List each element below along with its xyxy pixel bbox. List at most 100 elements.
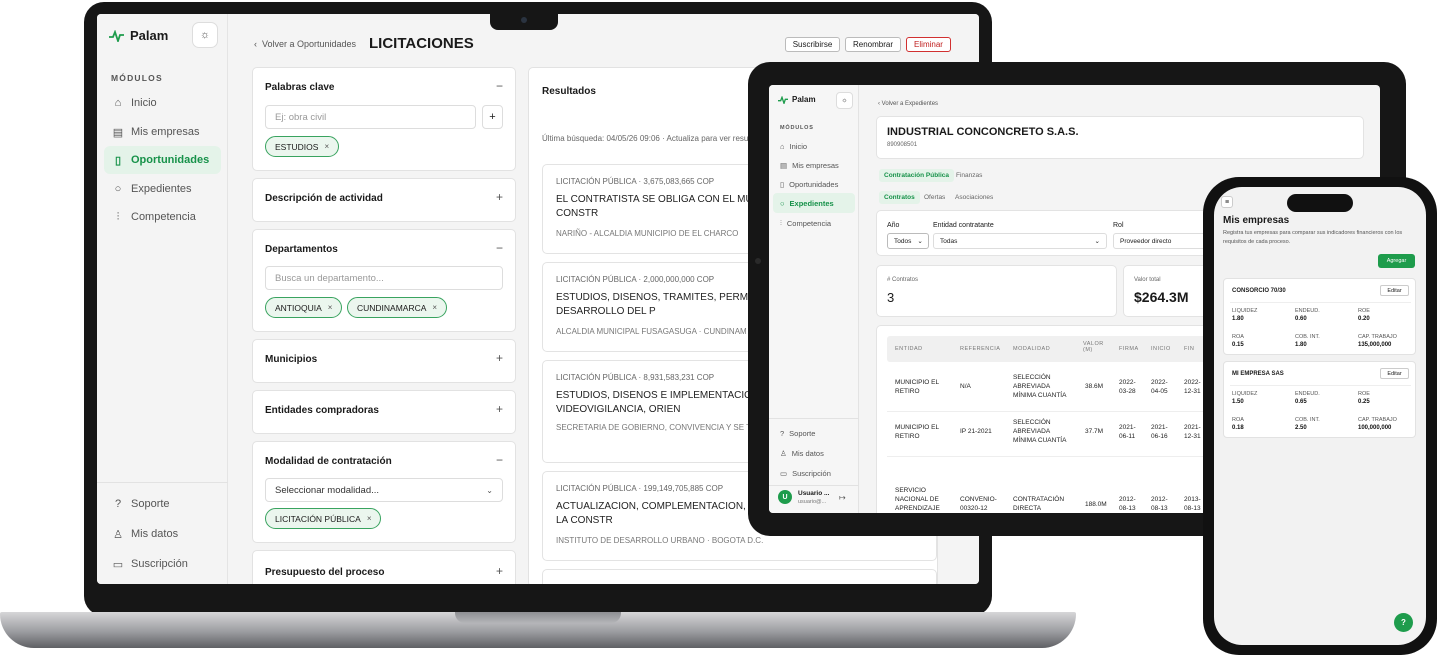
collapse-icon[interactable]: −: [496, 241, 503, 255]
col-header: VALOR (M): [1083, 341, 1104, 353]
modality-select[interactable]: Seleccionar modalidad... ⌄: [265, 478, 503, 502]
home-icon: ⌂: [114, 97, 122, 109]
remove-icon[interactable]: ×: [324, 142, 329, 151]
cell: 2022-04-05: [1151, 379, 1168, 395]
year-select[interactable]: Todos ⌄: [887, 233, 929, 249]
tab-ofertas[interactable]: Ofertas: [919, 191, 950, 204]
collapse-icon[interactable]: −: [496, 453, 503, 467]
company-name: CONSORCIO 70/30: [1232, 288, 1286, 294]
pulse-logo-icon: [109, 29, 124, 42]
municipalities-panel[interactable]: Municipios +: [252, 339, 516, 383]
tab-contratacion-publica[interactable]: Contratación Pública: [879, 169, 955, 182]
cell: SERVICIO NACIONAL DE APRENDIZAJE: [895, 487, 940, 512]
metric-value: 2.50: [1295, 425, 1307, 431]
laptop-base-lip: [455, 612, 621, 623]
avatar[interactable]: U: [778, 490, 792, 504]
sidebar-item-expedientes[interactable]: ○ Expedientes: [773, 193, 855, 213]
edit-button[interactable]: Editar: [1380, 285, 1409, 296]
metric-label: ENDEUD.: [1295, 308, 1320, 314]
help-fab-button[interactable]: ?: [1394, 613, 1413, 632]
back-link-label: Volver a Oportunidades: [262, 39, 357, 49]
delete-button[interactable]: Eliminar: [906, 37, 951, 52]
back-link-label: Volver a Expedientes: [881, 101, 939, 107]
remove-icon[interactable]: ×: [432, 303, 437, 312]
stat-label: # Contratos: [887, 277, 919, 283]
sidebar-item-label: Mis empresas: [131, 126, 200, 138]
panel-title: Modalidad de contratación: [265, 456, 392, 467]
expand-icon[interactable]: +: [496, 190, 503, 204]
sidebar-divider: [769, 418, 859, 419]
results-title: Resultados: [542, 86, 596, 97]
metric-value: 1.50: [1232, 399, 1244, 405]
activity-panel[interactable]: Descripción de actividad +: [252, 178, 516, 222]
subscribe-button[interactable]: Suscribirse: [785, 37, 840, 52]
edit-button[interactable]: Editar: [1380, 368, 1409, 379]
sidebar-item-label: Mis datos: [131, 528, 179, 540]
tag-label: LICITACIÓN PÚBLICA: [275, 513, 361, 524]
entity-select[interactable]: Todas ⌄: [933, 233, 1107, 249]
laptop-notch: [490, 12, 558, 30]
entities-panel[interactable]: Entidades compradoras +: [252, 390, 516, 434]
sidebar-item-competencia[interactable]: ⫶ Competencia: [773, 213, 855, 233]
col-header: REFERENCIA: [960, 346, 1001, 352]
menu-icon[interactable]: ≡: [1221, 196, 1233, 208]
sidebar-item-oportunidades[interactable]: ▯ Oportunidades: [104, 146, 221, 174]
department-tag[interactable]: CUNDINAMARCA ×: [347, 297, 448, 318]
back-link[interactable]: ‹ Volver a Expedientes: [878, 101, 938, 107]
sidebar-item-mis-datos[interactable]: ♙ Mis datos: [104, 520, 221, 548]
cell: 37.7M: [1085, 428, 1104, 435]
modality-tag[interactable]: LICITACIÓN PÚBLICA ×: [265, 508, 382, 529]
sidebar-item-expedientes[interactable]: ○ Expedientes: [104, 175, 221, 203]
logo[interactable]: Palam: [109, 28, 168, 43]
collapse-icon[interactable]: −: [496, 79, 503, 93]
departments-panel: Departamentos − Busca un departamento...…: [252, 229, 516, 332]
add-company-button[interactable]: Agregar: [1378, 254, 1415, 268]
sidebar-item-inicio[interactable]: ⌂ Inicio: [104, 89, 221, 117]
result-card[interactable]: [542, 569, 937, 584]
company-card[interactable]: CONSORCIO 70/30 Editar LIQUIDEZ 1.80 END…: [1223, 278, 1416, 355]
tab-contratos[interactable]: Contratos: [879, 191, 920, 204]
budget-panel[interactable]: Presupuesto del proceso +: [252, 550, 516, 584]
keyword-input[interactable]: Ej: obra civil: [265, 105, 476, 129]
sidebar-item-soporte[interactable]: ? Soporte: [773, 423, 855, 443]
sidebar-item-oportunidades[interactable]: ▯ Oportunidades: [773, 174, 855, 194]
tab-finanzas[interactable]: Finanzas: [951, 169, 987, 182]
company-card[interactable]: MI EMPRESA SAS Editar LIQUIDEZ 1.50 ENDE…: [1223, 361, 1416, 438]
sidebar-item-suscripcion[interactable]: ▭ Suscripción: [104, 550, 221, 578]
tab-asociaciones[interactable]: Asociaciones: [950, 191, 998, 204]
cell: 38.6M: [1085, 383, 1104, 390]
rename-button[interactable]: Renombrar: [845, 37, 901, 52]
add-keyword-button[interactable]: +: [482, 105, 503, 129]
expand-icon[interactable]: +: [496, 402, 503, 416]
remove-icon[interactable]: ×: [367, 514, 372, 523]
metric-label: ROA: [1232, 334, 1244, 340]
sidebar-item-mis-empresas[interactable]: ▤ Mis empresas: [104, 118, 221, 146]
sidebar-item-competencia[interactable]: ⫶ Competencia: [104, 203, 221, 231]
col-header: FIRMA: [1119, 346, 1139, 352]
sidebar-item-label: Soporte: [789, 428, 816, 438]
sidebar-item-suscripcion[interactable]: ▭ Suscripción: [773, 463, 855, 483]
expand-icon[interactable]: +: [496, 564, 503, 578]
year-label: Año: [887, 222, 900, 229]
department-tag[interactable]: ANTIOQUIA ×: [265, 297, 343, 318]
keywords-panel: Palabras clave − Ej: obra civil + ESTUDI…: [252, 67, 516, 171]
metric-label: ROE: [1358, 308, 1370, 314]
department-search-input[interactable]: Busca un departamento...: [265, 266, 503, 290]
theme-toggle-button[interactable]: ☼: [192, 22, 218, 48]
sidebar-item-label: Competencia: [131, 211, 196, 223]
logout-icon[interactable]: ↦: [839, 493, 846, 502]
expand-icon[interactable]: +: [496, 351, 503, 365]
sidebar-item-inicio[interactable]: ⌂ Inicio: [773, 136, 855, 156]
chevron-down-icon: ⌄: [1094, 238, 1100, 245]
sidebar-item-soporte[interactable]: ? Soporte: [104, 490, 221, 518]
sidebar-item-mis-datos[interactable]: ♙ Mis datos: [773, 443, 855, 463]
remove-icon[interactable]: ×: [328, 303, 333, 312]
user-icon: ♙: [780, 448, 787, 458]
back-link[interactable]: ‹ Volver a Oportunidades: [254, 39, 356, 49]
theme-toggle-button[interactable]: ☼: [836, 92, 853, 109]
logo[interactable]: Palam: [778, 95, 816, 104]
keyword-tag[interactable]: ESTUDIOS ×: [265, 136, 340, 157]
sidebar-item-mis-empresas[interactable]: ▤ Mis empresas: [773, 155, 855, 175]
sidebar-item-label: Inicio: [131, 97, 157, 109]
cell: IP 21-2021: [960, 428, 992, 435]
